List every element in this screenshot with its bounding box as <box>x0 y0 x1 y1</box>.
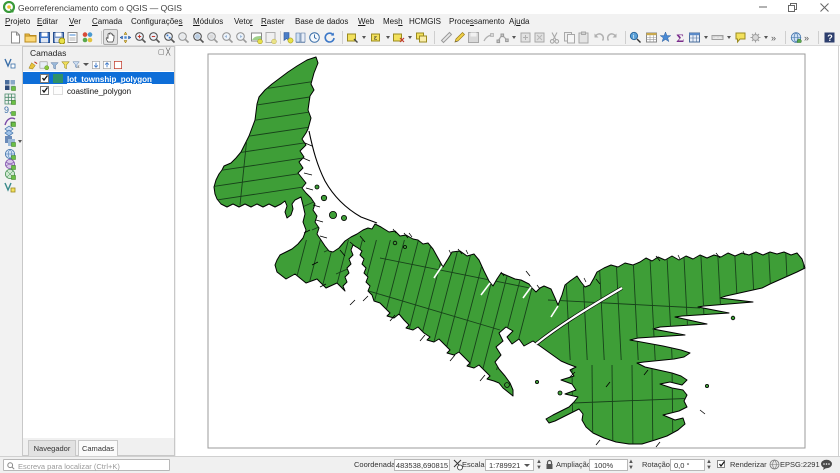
svg-text:9,: 9, <box>4 105 12 115</box>
svg-text:i: i <box>632 33 634 41</box>
svg-text:ε: ε <box>77 64 79 69</box>
svg-text:»: » <box>804 33 809 43</box>
svg-text:ε: ε <box>374 35 377 42</box>
svg-text:»: » <box>771 33 776 43</box>
svg-text:?: ? <box>827 33 833 43</box>
svg-text:Σ: Σ <box>676 31 684 44</box>
